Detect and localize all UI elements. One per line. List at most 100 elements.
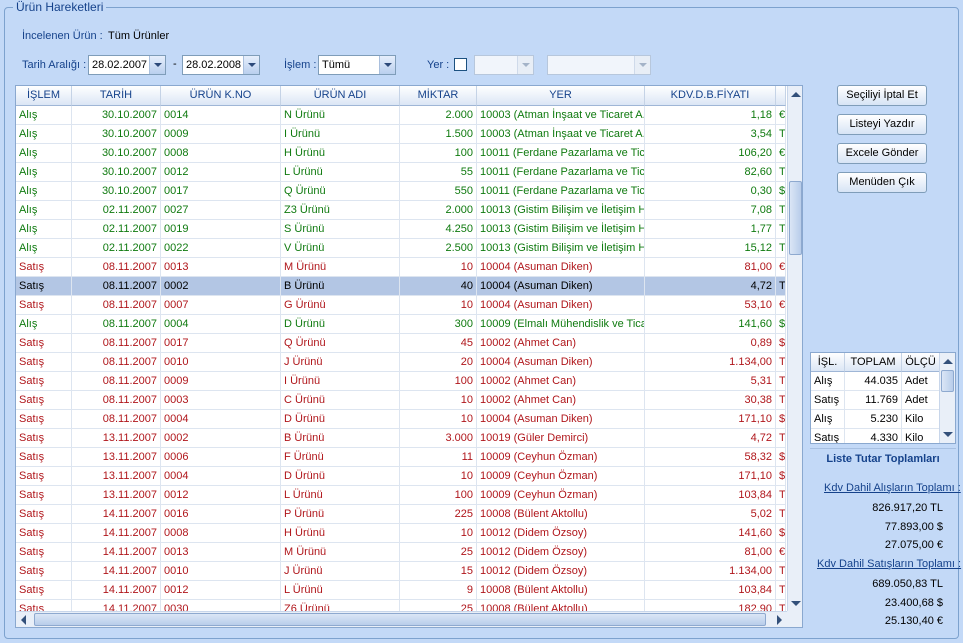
cell-birim: $: [776, 448, 786, 466]
table-row[interactable]: Alış 30.10.2007 0014 N Ürünü 2.000 10003 (Atm…: [16, 106, 786, 125]
table-row[interactable]: Satış 08.11.2007 0003 C Ürünü 10 10002 (Ahmet…: [16, 391, 786, 410]
table-row[interactable]: Alış 30.10.2007 0017 Q Ürünü 550 10011 (Ferda…: [16, 182, 786, 201]
grid-vscroll-thumb[interactable]: [789, 181, 802, 255]
scroll-down-icon[interactable]: [791, 601, 801, 606]
table-row[interactable]: Alış 02.11.2007 0027 Z3 Ürünü 2.000 10013 (Gi…: [16, 201, 786, 220]
send-excel-button[interactable]: Excele Gönder: [837, 143, 927, 164]
year-select-2-dropdown-icon[interactable]: [634, 56, 650, 74]
table-row[interactable]: Alış 08.11.2007 0004 D Ürünü 300 10009 (Elmal…: [16, 315, 786, 334]
scroll-left-icon[interactable]: [21, 615, 26, 625]
cell-fiyat: 0,89: [645, 334, 776, 352]
islem-select[interactable]: Tümü: [318, 55, 396, 75]
table-row[interactable]: Satış 13.11.2007 0002 B Ürünü 3.000 10019 (Gü…: [16, 429, 786, 448]
table-row[interactable]: Alış 30.10.2007 0008 H Ürünü 100 10011 (Ferda…: [16, 144, 786, 163]
summary-scroll-up-icon[interactable]: [943, 359, 953, 364]
cell-birim: TL: [776, 581, 786, 599]
date-to-value: 28.02.2008: [186, 59, 242, 71]
table-row[interactable]: Satış 08.11.2007 0004 D Ürünü 10 10004 (Asuma…: [16, 410, 786, 429]
cell-miktar: 10: [400, 467, 477, 485]
table-row[interactable]: Alış 30.10.2007 0012 L Ürünü 55 10011 (Ferdan…: [16, 163, 786, 182]
date-to-picker[interactable]: 28.02.2008: [182, 55, 260, 75]
cell-birim: €: [776, 106, 786, 124]
year-select-1[interactable]: [474, 55, 534, 75]
summary-grid[interactable]: İŞL. TOPLAM ÖLÇÜ Alış 44.035 Adet Satış 11.769…: [810, 352, 956, 444]
table-row[interactable]: Satış 13.11.2007 0006 F Ürünü 11 10009 (Ceyhu…: [16, 448, 786, 467]
year-select-1-dropdown-icon[interactable]: [517, 56, 533, 74]
scroll-right-icon[interactable]: [777, 615, 782, 625]
summary-row[interactable]: Satış 4.330 Kilo: [811, 429, 955, 443]
exit-menu-button[interactable]: Menüden Çık: [837, 172, 927, 193]
purchase-total-label[interactable]: Kdv Dahil Alışların Toplamı :: [824, 482, 961, 494]
cell-yer: 10013 (Gistim Bilişim ve İletişim Hizı: [477, 220, 645, 238]
table-row[interactable]: Alış 02.11.2007 0022 V Ürünü 2.500 10013 (Gis…: [16, 239, 786, 258]
table-row[interactable]: Satış 08.11.2007 0007 G Ürünü 10 10004 (Asuma…: [16, 296, 786, 315]
table-row[interactable]: Satış 08.11.2007 0002 B Ürünü 40 10004 (Asuma…: [16, 277, 786, 296]
inspected-label: İncelenen Ürün :: [22, 30, 103, 42]
cell-ad: H Ürünü: [281, 144, 400, 162]
scroll-up-icon[interactable]: [791, 92, 801, 97]
date-from-picker[interactable]: 28.02.2007: [88, 55, 166, 75]
cell-tarih: 14.11.2007: [72, 581, 161, 599]
print-list-button[interactable]: Listeyi Yazdır: [837, 114, 927, 135]
cancel-selected-button[interactable]: Seçiliyi İptal Et: [837, 85, 927, 106]
table-row[interactable]: Satış 08.11.2007 0013 M Ürünü 10 10004 (Asuma…: [16, 258, 786, 277]
cell-kno: 0016: [161, 505, 281, 523]
purchase-total-usd: 77.893,00 $: [884, 521, 943, 533]
column-header[interactable]: MİKTAR: [400, 86, 477, 106]
movements-grid[interactable]: İŞLEM TARİH ÜRÜN K.NO ÜRÜN ADI MİKTAR YER KDV.…: [15, 85, 803, 628]
summary-column-header[interactable]: TOPLAM: [845, 353, 902, 372]
islem-label: İşlem :: [284, 59, 317, 71]
year-checkbox[interactable]: [454, 58, 467, 71]
summary-column-header[interactable]: İŞL.: [811, 353, 845, 372]
cell-tarih: 13.11.2007: [72, 429, 161, 447]
cell-ad: G Ürünü: [281, 296, 400, 314]
column-header[interactable]: [776, 86, 786, 106]
table-row[interactable]: Alış 30.10.2007 0009 I Ürünü 1.500 10003 (Atm…: [16, 125, 786, 144]
summary-row[interactable]: Satış 11.769 Adet: [811, 391, 955, 410]
cell-miktar: 9: [400, 581, 477, 599]
cell-yer: 10009 (Ceyhun Özman): [477, 448, 645, 466]
summary-row[interactable]: Alış 44.035 Adet: [811, 372, 955, 391]
table-row[interactable]: Satış 08.11.2007 0017 Q Ürünü 45 10002 (Ahmet…: [16, 334, 786, 353]
summary-scroll-thumb[interactable]: [941, 370, 954, 392]
summary-scrollbar[interactable]: [939, 353, 955, 443]
sales-total-label[interactable]: Kdv Dahil Satışların Toplamı :: [817, 558, 961, 570]
cell-birim: TL: [776, 391, 786, 409]
cell-yer: 10002 (Ahmet Can): [477, 372, 645, 390]
summary-row[interactable]: Alış 5.230 Kilo: [811, 410, 955, 429]
summary-scroll-down-icon[interactable]: [943, 432, 953, 437]
table-row[interactable]: Alış 02.11.2007 0019 S Ürünü 4.250 10013 (Gis…: [16, 220, 786, 239]
summary-column-header[interactable]: ÖLÇÜ: [902, 353, 940, 372]
cell-kno: 0004: [161, 410, 281, 428]
cell-birim: $: [776, 467, 786, 485]
table-row[interactable]: Satış 14.11.2007 0008 H Ürünü 10 10012 (Didem…: [16, 524, 786, 543]
cell-islem: Satış: [16, 334, 72, 352]
column-header[interactable]: YER: [477, 86, 645, 106]
islem-dropdown-icon[interactable]: [379, 56, 395, 74]
table-row[interactable]: Satış 14.11.2007 0013 M Ürünü 25 10012 (Didem…: [16, 543, 786, 562]
cell-fiyat: 82,60: [645, 163, 776, 181]
cell-islem: Satış: [16, 258, 72, 276]
column-header[interactable]: KDV.D.B.FİYATI: [645, 86, 776, 106]
table-row[interactable]: Satış 14.11.2007 0016 P Ürünü 225 10008 (Büle…: [16, 505, 786, 524]
grid-horizontal-scrollbar[interactable]: [16, 611, 787, 627]
year-select-2[interactable]: [547, 55, 651, 75]
grid-hscroll-thumb[interactable]: [34, 613, 766, 626]
cell-fiyat: 1.134,00: [645, 562, 776, 580]
date-to-dropdown-icon[interactable]: [243, 56, 259, 74]
table-row[interactable]: Satış 08.11.2007 0009 I Ürünü 100 10002 (Ahme…: [16, 372, 786, 391]
cell-birim: TL: [776, 201, 786, 219]
cell-islem: Alış: [16, 163, 72, 181]
table-row[interactable]: Satış 13.11.2007 0012 L Ürünü 100 10009 (Ceyh…: [16, 486, 786, 505]
table-row[interactable]: Satış 13.11.2007 0004 D Ürünü 10 10009 (Ceyhu…: [16, 467, 786, 486]
column-header[interactable]: ÜRÜN ADI: [281, 86, 400, 106]
column-header[interactable]: İŞLEM: [16, 86, 72, 106]
grid-vertical-scrollbar[interactable]: [787, 86, 802, 612]
date-from-dropdown-icon[interactable]: [149, 56, 165, 74]
column-header[interactable]: ÜRÜN K.NO: [161, 86, 281, 106]
cell-miktar: 10: [400, 410, 477, 428]
table-row[interactable]: Satış 14.11.2007 0010 J Ürünü 15 10012 (Didem…: [16, 562, 786, 581]
column-header[interactable]: TARİH: [72, 86, 161, 106]
table-row[interactable]: Satış 08.11.2007 0010 J Ürünü 20 10004 (Asuma…: [16, 353, 786, 372]
table-row[interactable]: Satış 14.11.2007 0012 L Ürünü 9 10008 (Bülent…: [16, 581, 786, 600]
